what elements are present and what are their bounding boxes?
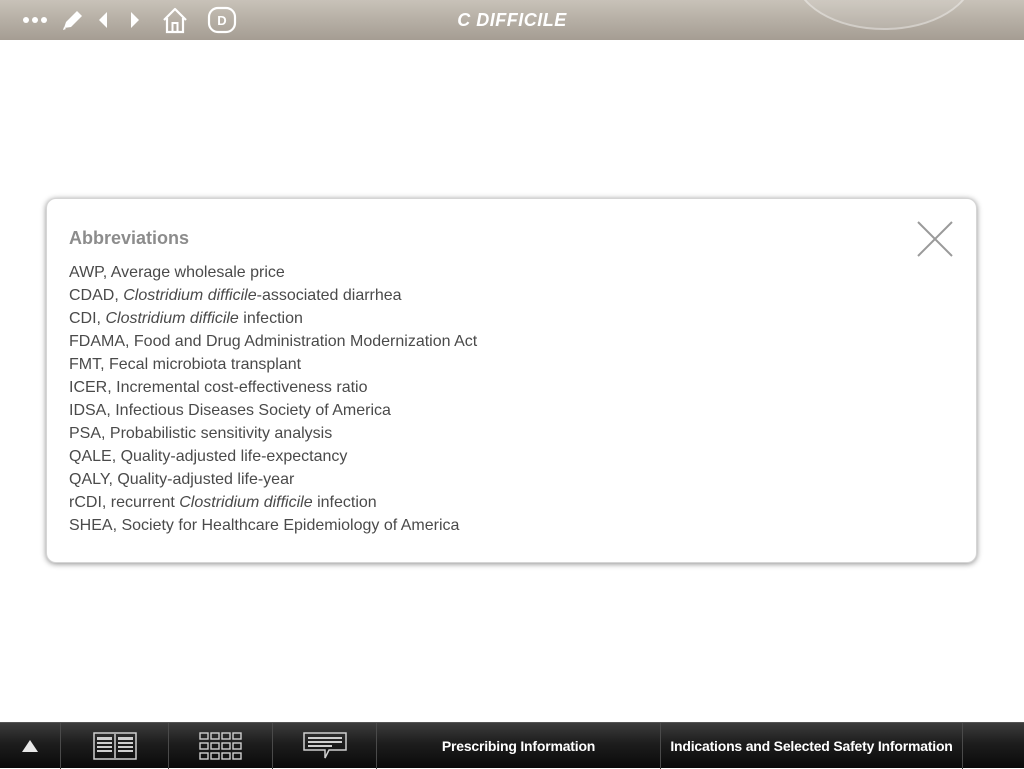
- abbreviation-item: ICER, Incremental cost-effectiveness rat…: [69, 376, 477, 399]
- abbreviation-item: IDSA, Infectious Diseases Society of Ame…: [69, 399, 477, 422]
- d-badge-icon[interactable]: D: [206, 5, 238, 35]
- abbreviation-item: QALY, Quality-adjusted life-year: [69, 468, 477, 491]
- abbreviation-text: QALE, Quality-adjusted life-expectancy: [69, 448, 348, 465]
- bottom-toolbar: Prescribing Information Indications and …: [0, 722, 1024, 769]
- abbreviations-dialog: Abbreviations AWP, Average wholesale pri…: [46, 198, 977, 563]
- abbreviation-text-suffix: infection: [238, 310, 303, 327]
- abbreviation-text: ICER, Incremental cost-effectiveness rat…: [69, 379, 368, 396]
- abbreviation-item: CDAD, Clostridium difficile-associated d…: [69, 284, 477, 307]
- expand-up-icon: [22, 740, 38, 752]
- indications-safety-label: Indications and Selected Safety Informat…: [670, 738, 953, 754]
- abbreviation-text-suffix: -associated diarrhea: [256, 287, 402, 304]
- abbreviation-item: CDI, Clostridium difficile infection: [69, 307, 477, 330]
- abbreviation-item: rCDI, recurrent Clostridium difficile in…: [69, 491, 477, 514]
- more-dots-icon[interactable]: [20, 5, 50, 35]
- abbreviation-item: FDAMA, Food and Drug Administration Mode…: [69, 330, 477, 353]
- abbreviation-text: rCDI, recurrent: [69, 494, 180, 511]
- abbreviation-item: AWP, Average wholesale price: [69, 261, 477, 284]
- abbreviation-item: SHEA, Society for Healthcare Epidemiolog…: [69, 514, 477, 537]
- indications-safety-button[interactable]: Indications and Selected Safety Informat…: [661, 723, 963, 769]
- abbreviation-text: QALY, Quality-adjusted life-year: [69, 471, 295, 488]
- abbreviation-text: CDI,: [69, 310, 106, 327]
- abbreviation-item: QALE, Quality-adjusted life-expectancy: [69, 445, 477, 468]
- close-icon[interactable]: [916, 220, 954, 258]
- decorative-swirl: [794, 0, 974, 30]
- forward-arrow-icon[interactable]: [124, 5, 146, 35]
- abbreviation-text: AWP, Average wholesale price: [69, 264, 285, 281]
- grid-view-button[interactable]: [169, 723, 273, 769]
- abbreviation-text: FMT, Fecal microbiota transplant: [69, 356, 302, 373]
- abbreviation-text: IDSA, Infectious Diseases Society of Ame…: [69, 402, 391, 419]
- abbreviation-text-suffix: infection: [312, 494, 377, 511]
- pen-icon[interactable]: [60, 5, 86, 35]
- notes-button[interactable]: [273, 723, 377, 769]
- prescribing-information-button[interactable]: Prescribing Information: [377, 723, 661, 769]
- dialog-heading: Abbreviations: [69, 228, 190, 248]
- prescribing-information-label: Prescribing Information: [441, 738, 596, 754]
- grid-icon: [198, 732, 242, 760]
- abbreviation-item: PSA, Probabilistic sensitivity analysis: [69, 422, 477, 445]
- expand-up-button[interactable]: [0, 723, 61, 769]
- abbreviation-italic-text: Clostridium difficile: [179, 494, 313, 511]
- d-badge-letter: D: [217, 13, 226, 28]
- notes-icon: [302, 732, 347, 759]
- abbreviation-list: AWP, Average wholesale price CDAD, Clostr…: [69, 261, 477, 537]
- abbreviation-text: CDAD,: [69, 287, 124, 304]
- abbreviation-text: FDAMA, Food and Drug Administration Mode…: [69, 333, 478, 350]
- toolbar-end-cell: [963, 723, 1024, 769]
- abbreviation-italic-text: Clostridium difficile: [105, 310, 239, 327]
- abbreviation-item: FMT, Fecal microbiota transplant: [69, 353, 477, 376]
- back-arrow-icon[interactable]: [92, 5, 114, 35]
- top-toolbar: D C DIFFICILE: [0, 0, 1024, 40]
- book-icon: [92, 732, 137, 760]
- home-icon[interactable]: [160, 5, 190, 35]
- abbreviation-text: SHEA, Society for Healthcare Epidemiolog…: [69, 517, 460, 534]
- abbreviation-text: PSA, Probabilistic sensitivity analysis: [69, 425, 333, 442]
- book-view-button[interactable]: [61, 723, 169, 769]
- abbreviation-italic-text: Clostridium difficile: [123, 287, 257, 304]
